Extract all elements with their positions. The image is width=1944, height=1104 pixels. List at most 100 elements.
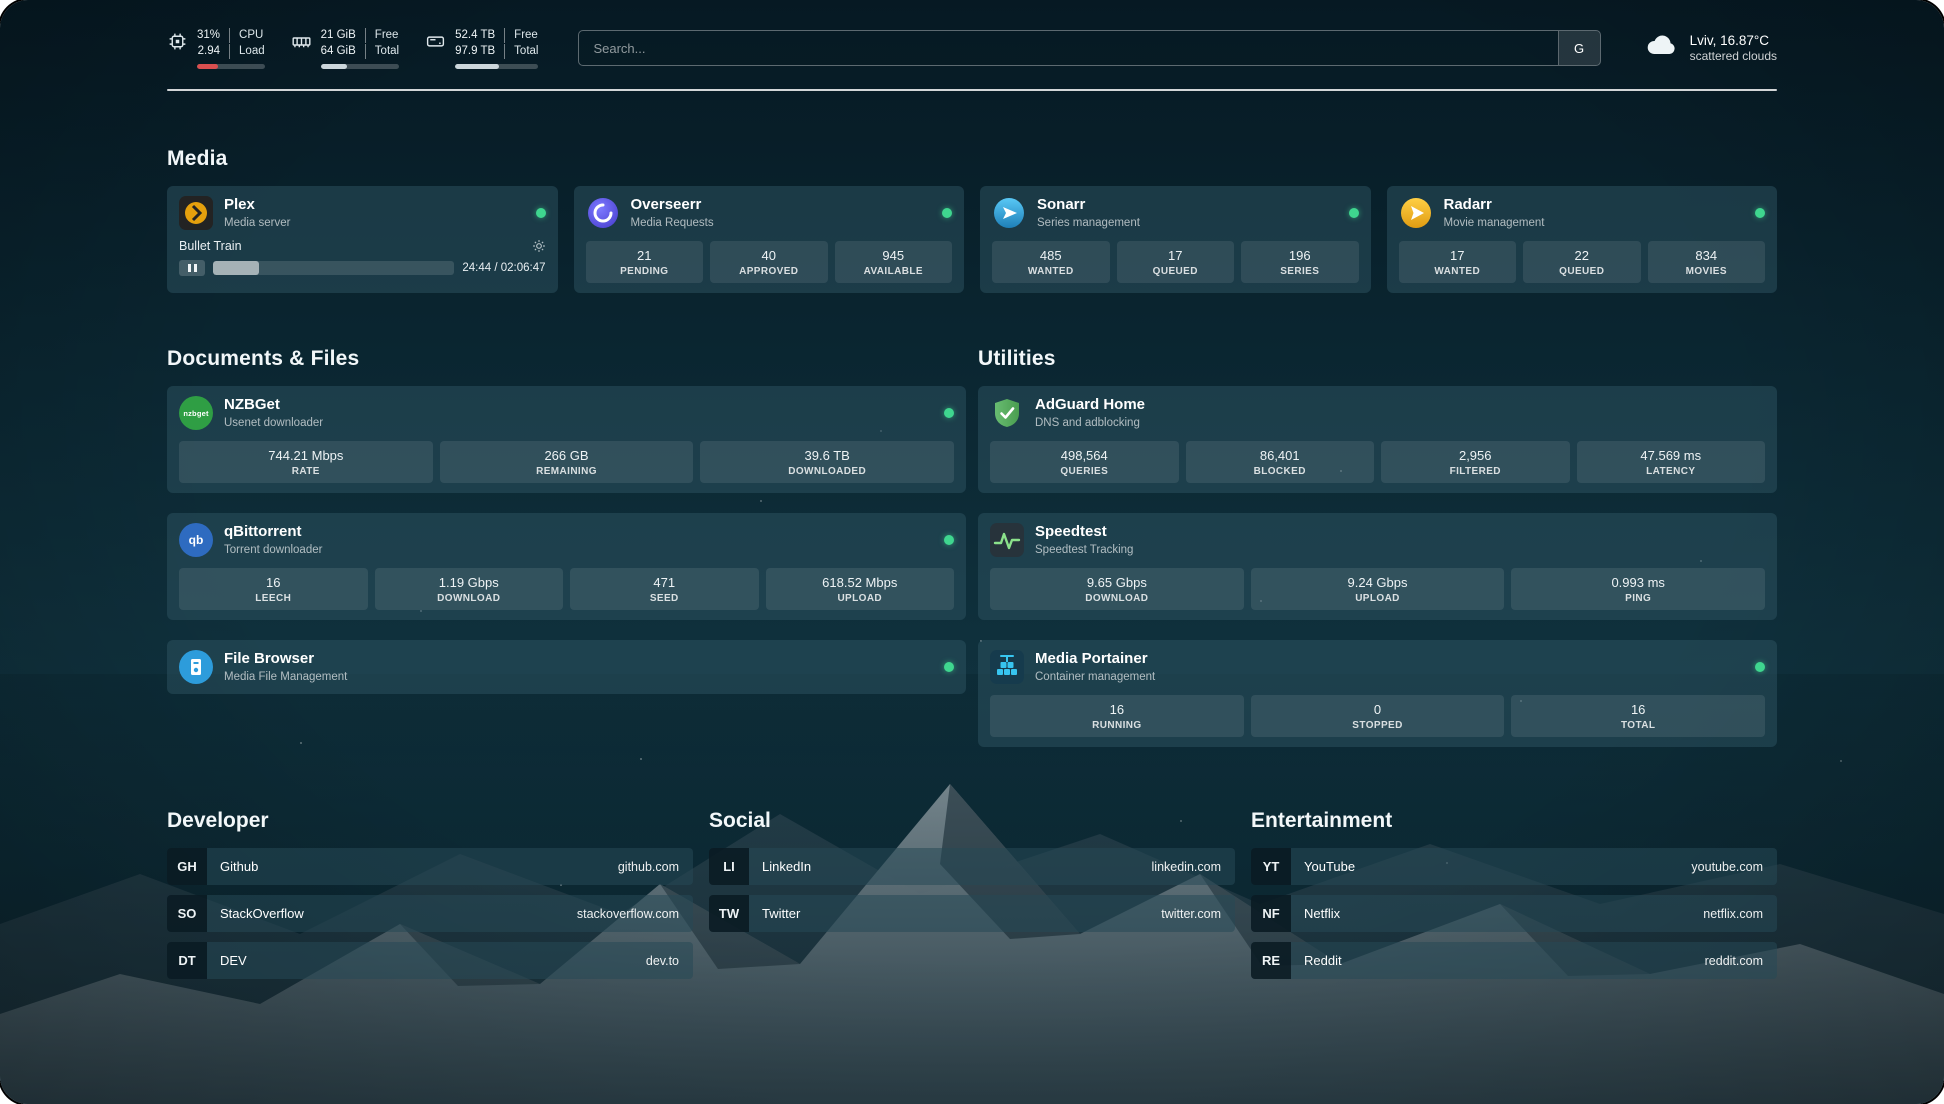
- service-subtitle: Usenet downloader: [224, 416, 323, 430]
- service-card-radarr[interactable]: Radarr Movie management 17 WANTED 22 QUE…: [1387, 186, 1778, 293]
- bookmark-github[interactable]: GH Github github.com: [167, 848, 693, 885]
- section-title-entertainment: Entertainment: [1251, 809, 1777, 833]
- stat-box: 22 QUEUED: [1523, 241, 1641, 283]
- service-subtitle: Media server: [224, 216, 290, 230]
- stats-row: 16 LEECH 1.19 Gbps DOWNLOAD 471 SEED: [179, 568, 954, 610]
- stat-value: 618.52 Mbps: [770, 575, 951, 590]
- overseerr-icon: [586, 196, 620, 230]
- bookmark-stackoverflow[interactable]: SO StackOverflow stackoverflow.com: [167, 895, 693, 932]
- card-head: Plex Media server: [179, 196, 546, 230]
- middle-columns: Documents & Files nzbget NZBGet Usenet d…: [167, 293, 1777, 747]
- radarr-icon: [1399, 196, 1433, 230]
- memory-metric: 21 GiB Free 64 GiB Total: [291, 28, 399, 69]
- stat-box: 17 WANTED: [1399, 241, 1517, 283]
- stat-value: 744.21 Mbps: [183, 448, 429, 463]
- stat-box: 744.21 Mbps RATE: [179, 441, 433, 483]
- stat-value: 47.569 ms: [1581, 448, 1762, 463]
- card-titles: Sonarr Series management: [1037, 196, 1140, 230]
- cpu-usage-value: 31%: [197, 28, 220, 43]
- bookmark-url: dev.to: [646, 954, 693, 968]
- utilities-card-stack: AdGuard Home DNS and adblocking 498,564 …: [978, 386, 1777, 747]
- bookmark-dev[interactable]: DT DEV dev.to: [167, 942, 693, 979]
- stat-label: DOWNLOADED: [704, 466, 950, 477]
- weather-widget: Lviv, 16.87°C scattered clouds: [1641, 32, 1777, 64]
- stat-label: WANTED: [1403, 266, 1513, 277]
- cpu-load-value: 2.94: [197, 44, 220, 59]
- service-card-plex[interactable]: Plex Media server Bullet Train: [167, 186, 558, 293]
- stat-value: 9.24 Gbps: [1255, 575, 1501, 590]
- stat-label: UPLOAD: [1255, 593, 1501, 604]
- sonarr-icon: [992, 196, 1026, 230]
- status-dot: [1349, 208, 1359, 218]
- weather-text: Lviv, 16.87°C scattered clouds: [1690, 33, 1777, 63]
- plex-icon: [179, 196, 213, 230]
- bookmark-twitter[interactable]: TW Twitter twitter.com: [709, 895, 1235, 932]
- status-dot: [944, 408, 954, 418]
- service-card-adguard[interactable]: AdGuard Home DNS and adblocking 498,564 …: [978, 386, 1777, 493]
- search-provider-button[interactable]: G: [1558, 31, 1600, 65]
- service-card-speedtest[interactable]: Speedtest Speedtest Tracking 9.65 Gbps D…: [978, 513, 1777, 620]
- settings-gear-icon[interactable]: [532, 239, 546, 253]
- stat-value: 17: [1403, 248, 1513, 263]
- section-title-developer: Developer: [167, 809, 693, 833]
- service-subtitle: Movie management: [1444, 216, 1545, 230]
- service-card-filebrowser[interactable]: File Browser Media File Management: [167, 640, 966, 694]
- service-card-nzbget[interactable]: nzbget NZBGet Usenet downloader 744.21 M…: [167, 386, 966, 493]
- stat-value: 485: [996, 248, 1106, 263]
- stat-box: 16 RUNNING: [990, 695, 1244, 737]
- disk-progress-track: [455, 64, 538, 69]
- bookmarks-developer-column: Developer GH Github github.com SO StackO…: [167, 751, 693, 979]
- bookmark-list: GH Github github.com SO StackOverflow st…: [167, 848, 693, 979]
- disk-progress-fill: [455, 64, 499, 69]
- bookmark-reddit[interactable]: RE Reddit reddit.com: [1251, 942, 1777, 979]
- bookmark-linkedin[interactable]: LI LinkedIn linkedin.com: [709, 848, 1235, 885]
- cpu-readout: 31% CPU 2.94 Load: [197, 28, 265, 69]
- service-card-qbittorrent[interactable]: qb qBittorrent Torrent downloader 16: [167, 513, 966, 620]
- disk-metric: 52.4 TB Free 97.9 TB Total: [425, 28, 538, 69]
- service-subtitle: Speedtest Tracking: [1035, 543, 1133, 557]
- stat-label: BLOCKED: [1190, 466, 1371, 477]
- stat-label: PENDING: [590, 266, 700, 277]
- playback-progress-track[interactable]: [213, 261, 454, 275]
- stat-value: 0: [1255, 702, 1501, 717]
- cloud-icon: [1641, 32, 1679, 64]
- stat-label: PING: [1515, 593, 1761, 604]
- bookmark-youtube[interactable]: YT YouTube youtube.com: [1251, 848, 1777, 885]
- nzbget-icon-text: nzbget: [183, 409, 208, 418]
- card-head: nzbget NZBGet Usenet downloader: [179, 396, 954, 430]
- stat-value: 16: [1515, 702, 1761, 717]
- bookmarks-section: Developer GH Github github.com SO StackO…: [167, 751, 1777, 979]
- service-card-overseerr[interactable]: Overseerr Media Requests 21 PENDING 40 A…: [574, 186, 965, 293]
- search-input[interactable]: [579, 31, 1557, 65]
- card-head: File Browser Media File Management: [179, 650, 954, 684]
- card-titles: Speedtest Speedtest Tracking: [1035, 523, 1133, 557]
- stat-value: 39.6 TB: [704, 448, 950, 463]
- stat-box: 196 SERIES: [1241, 241, 1359, 283]
- service-name: Overseerr: [631, 196, 714, 215]
- card-titles: AdGuard Home DNS and adblocking: [1035, 396, 1145, 430]
- service-subtitle: Torrent downloader: [224, 543, 322, 557]
- card-titles: Plex Media server: [224, 196, 290, 230]
- stat-box: 17 QUEUED: [1117, 241, 1235, 283]
- playback-progress-fill: [213, 261, 259, 275]
- bookmark-name: Reddit: [1291, 953, 1342, 968]
- weather-condition: scattered clouds: [1690, 49, 1777, 63]
- disk-free-label: Free: [504, 28, 538, 43]
- status-dot: [1755, 208, 1765, 218]
- card-head: Media Portainer Container management: [990, 650, 1765, 684]
- bookmark-name: Netflix: [1291, 906, 1340, 921]
- service-card-sonarr[interactable]: Sonarr Series management 485 WANTED 17 Q…: [980, 186, 1371, 293]
- stat-box: 834 MOVIES: [1648, 241, 1766, 283]
- pause-button[interactable]: [179, 260, 205, 276]
- service-name: File Browser: [224, 650, 347, 669]
- stat-box: 47.569 ms LATENCY: [1577, 441, 1766, 483]
- status-dot: [536, 208, 546, 218]
- qbittorrent-icon: qb: [179, 523, 213, 557]
- bookmark-netflix[interactable]: NF Netflix netflix.com: [1251, 895, 1777, 932]
- search-bar: G: [578, 30, 1600, 66]
- card-head: qb qBittorrent Torrent downloader: [179, 523, 954, 557]
- service-card-portainer[interactable]: Media Portainer Container management 16 …: [978, 640, 1777, 747]
- stat-box: 0 STOPPED: [1251, 695, 1505, 737]
- card-titles: qBittorrent Torrent downloader: [224, 523, 322, 557]
- bookmark-name: Twitter: [749, 906, 800, 921]
